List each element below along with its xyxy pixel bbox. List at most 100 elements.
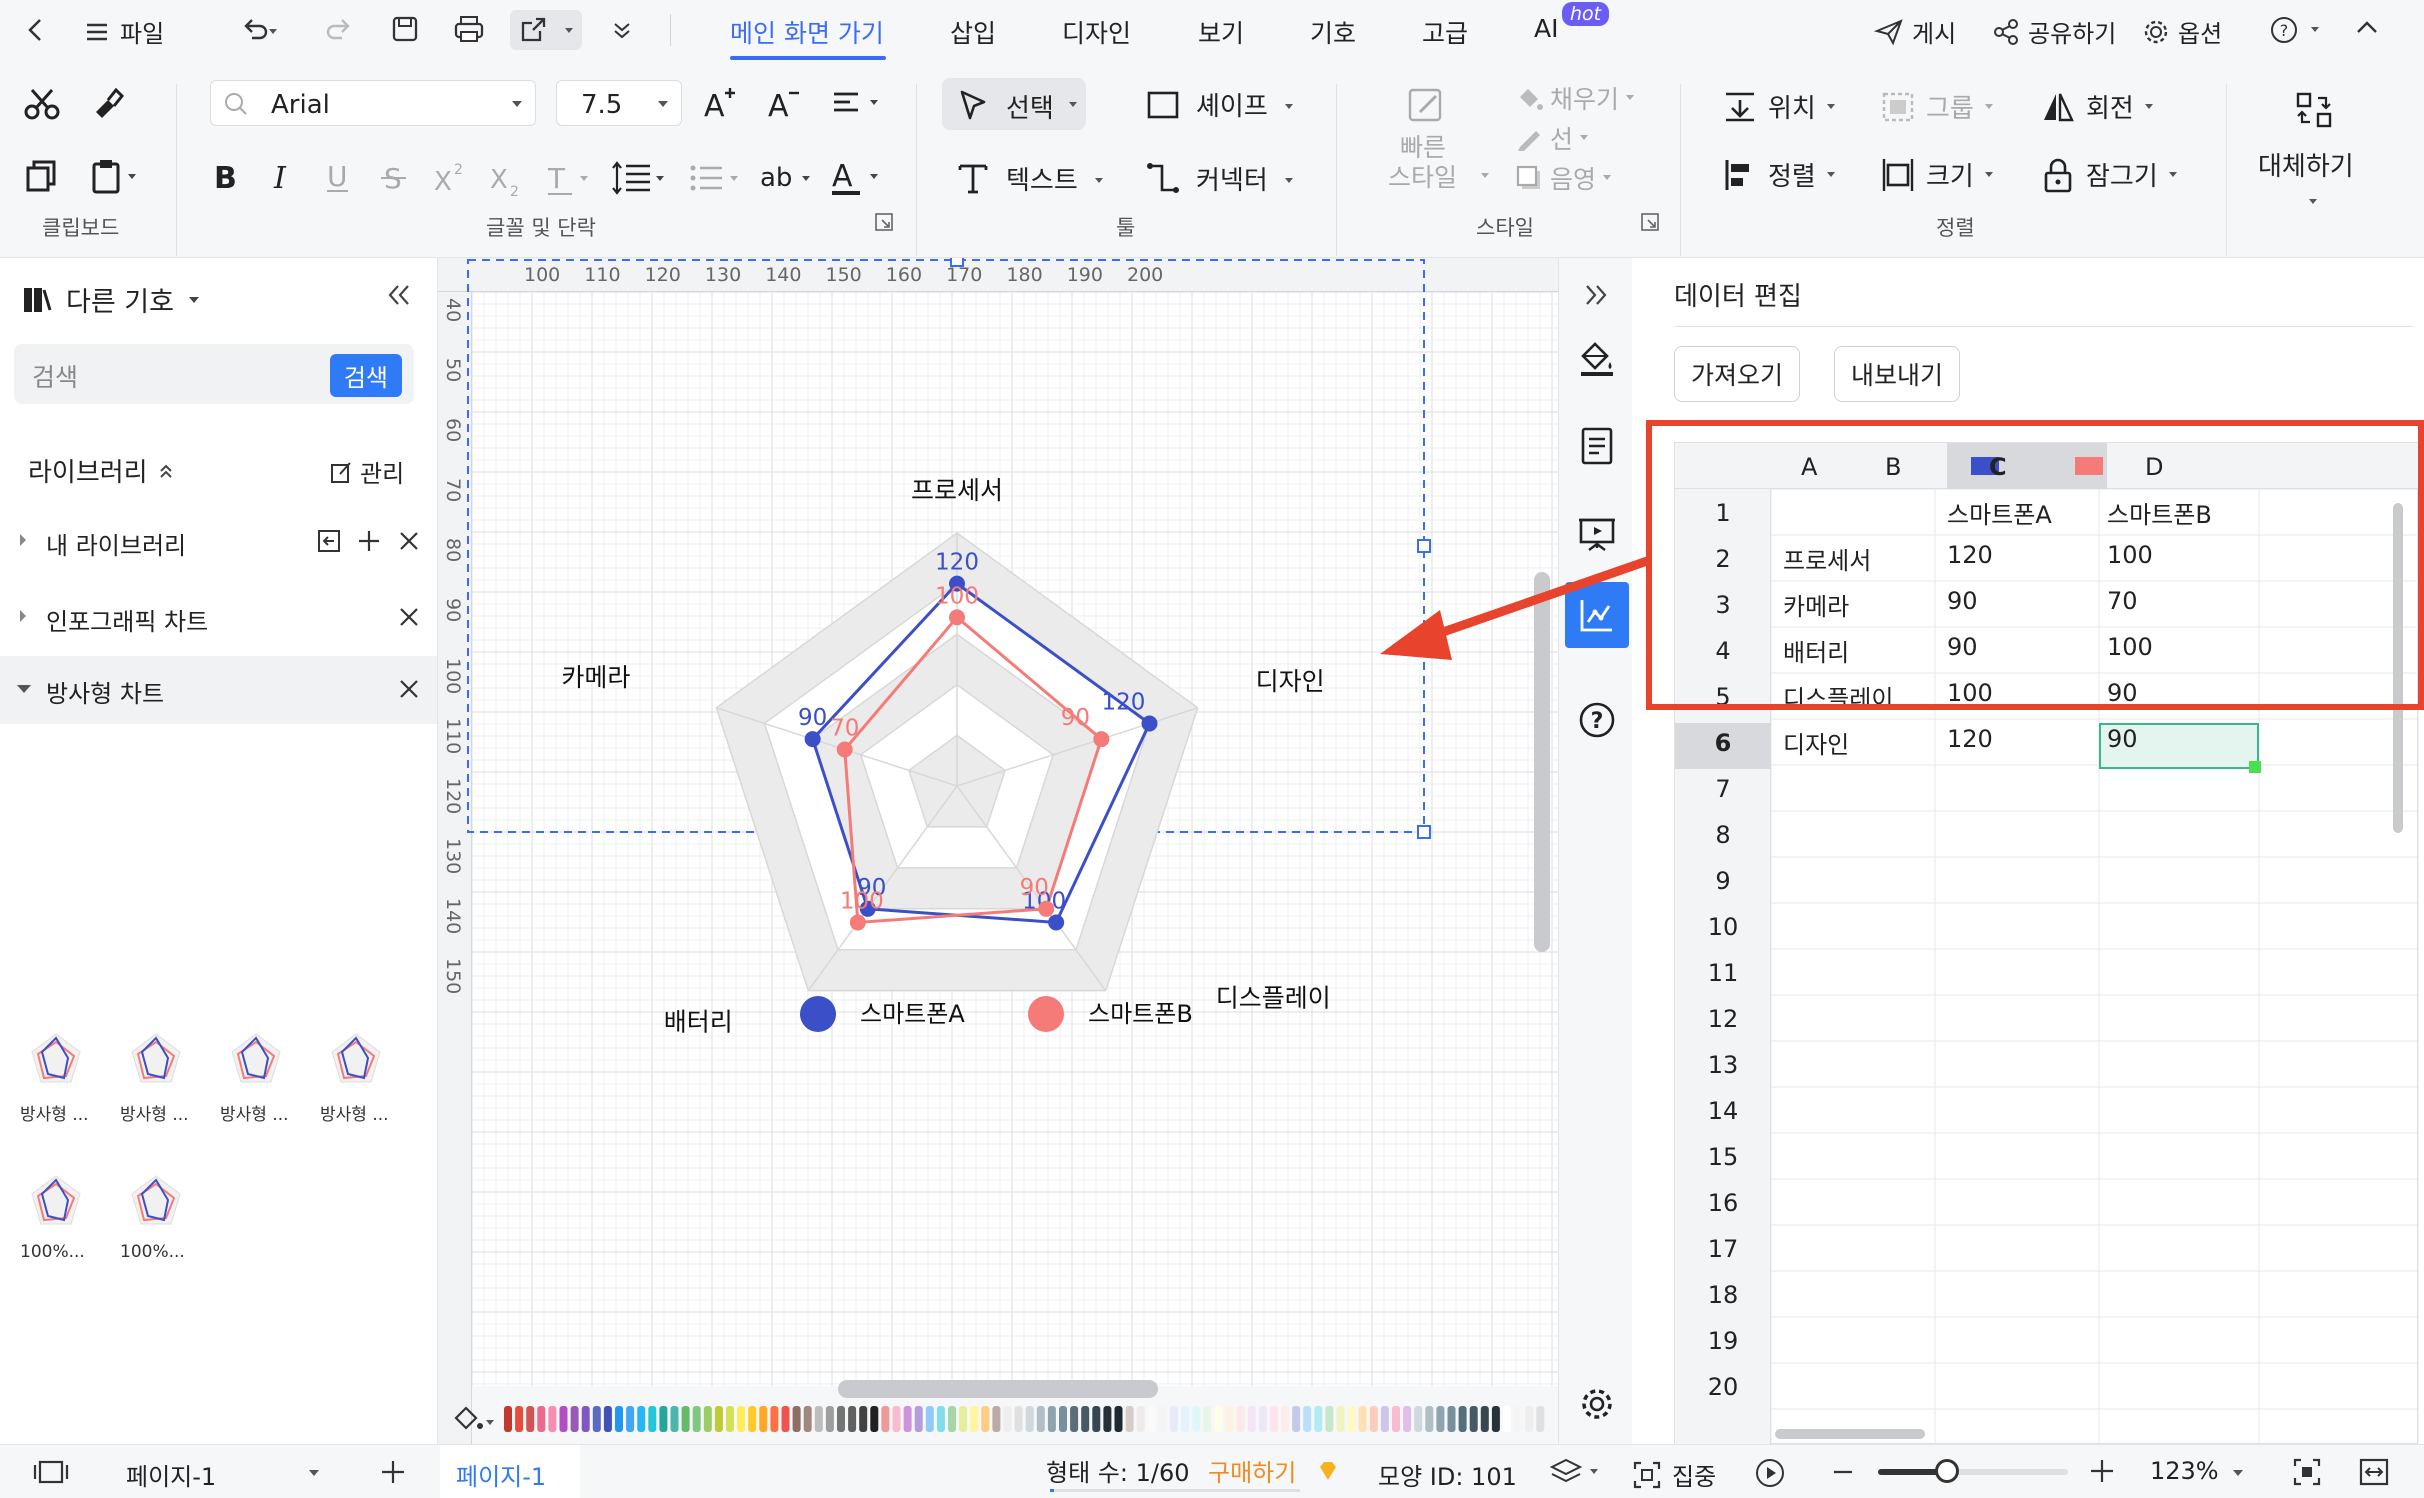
palette-swatch[interactable] — [1114, 1406, 1123, 1432]
palette-swatch[interactable] — [1081, 1406, 1090, 1432]
palette-swatch[interactable] — [1158, 1406, 1167, 1432]
palette-swatch[interactable] — [603, 1406, 612, 1432]
palette-swatch[interactable] — [925, 1406, 934, 1432]
play-icon[interactable] — [1754, 1457, 1786, 1489]
page-panel-icon[interactable] — [32, 1459, 70, 1485]
palette-swatch[interactable] — [504, 1406, 512, 1432]
tab-advanced[interactable]: 고급 — [1422, 14, 1468, 50]
row-number[interactable]: 14 — [1675, 1097, 1771, 1125]
palette-swatch[interactable] — [1103, 1406, 1112, 1432]
search-box[interactable]: 검색 검색 — [14, 344, 414, 404]
text-direction-icon[interactable]: ab — [760, 160, 816, 196]
palette-swatch[interactable] — [1036, 1406, 1045, 1432]
tab-ai[interactable]: AI — [1534, 14, 1558, 43]
palette-swatch[interactable] — [1092, 1406, 1101, 1432]
zoom-slider[interactable] — [1878, 1469, 2068, 1475]
palette-swatch[interactable] — [825, 1406, 834, 1432]
page-tab-active[interactable]: 페이지-1 — [440, 1445, 580, 1498]
zoom-level[interactable]: 123% — [2150, 1457, 2219, 1485]
undo-dropdown-icon[interactable] — [268, 28, 278, 36]
copy-icon[interactable] — [24, 158, 60, 194]
palette-swatch[interactable] — [981, 1406, 990, 1432]
add-icon[interactable] — [356, 528, 382, 554]
palette-swatch[interactable] — [1281, 1406, 1289, 1432]
palette-swatch[interactable] — [659, 1406, 668, 1432]
palette-swatch[interactable] — [1369, 1406, 1378, 1432]
palette-swatch[interactable] — [1258, 1406, 1267, 1432]
options-button[interactable]: 옵션 — [2142, 14, 2222, 49]
decrease-font-icon[interactable]: A — [766, 84, 804, 122]
radar-data-point[interactable] — [949, 609, 965, 626]
palette-swatch[interactable] — [859, 1406, 868, 1432]
row-number[interactable]: 17 — [1675, 1235, 1771, 1263]
lock-button[interactable]: 잠그기 — [2040, 156, 2178, 193]
page-select[interactable]: 페이지-1 — [112, 1445, 332, 1498]
palette-swatch[interactable] — [1503, 1406, 1511, 1432]
tab-symbols[interactable]: 기호 — [1310, 14, 1356, 50]
palette-swatch[interactable] — [970, 1406, 979, 1432]
buy-link[interactable]: 구매하기 — [1208, 1453, 1296, 1488]
cut-icon[interactable] — [22, 84, 62, 124]
row-number[interactable]: 16 — [1675, 1189, 1771, 1217]
sheet-horizontal-scrollbar[interactable] — [1775, 1429, 1925, 1439]
import-button[interactable]: 가져오기 — [1674, 346, 1800, 402]
radar-data-point[interactable] — [1141, 715, 1158, 732]
palette-swatch[interactable] — [1070, 1406, 1079, 1432]
italic-icon[interactable]: I — [268, 158, 300, 198]
palette-swatch[interactable] — [770, 1406, 779, 1432]
palette-swatch[interactable] — [1003, 1406, 1012, 1432]
export-button[interactable] — [510, 10, 582, 50]
radar-data-point[interactable] — [1038, 900, 1055, 917]
text-case-icon[interactable]: T — [546, 158, 594, 198]
import-icon[interactable] — [316, 528, 342, 554]
fit-width-icon[interactable] — [2358, 1457, 2390, 1487]
palette-swatch[interactable] — [1181, 1406, 1190, 1432]
palette-swatch[interactable] — [1025, 1406, 1034, 1432]
add-page-icon[interactable] — [378, 1457, 408, 1487]
palette-swatch[interactable] — [992, 1406, 1001, 1432]
palette-swatch[interactable] — [1458, 1406, 1467, 1432]
radar-data-point[interactable] — [836, 741, 853, 758]
palette-swatch[interactable] — [1392, 1406, 1400, 1432]
palette-swatch[interactable] — [1414, 1406, 1423, 1432]
palette-swatch[interactable] — [670, 1406, 679, 1432]
palette-swatch[interactable] — [1014, 1406, 1023, 1432]
radar-chart-thumbnail[interactable] — [224, 1028, 288, 1092]
palette-swatch[interactable] — [803, 1406, 812, 1432]
row-number[interactable]: 20 — [1675, 1373, 1771, 1401]
palette-swatch[interactable] — [570, 1406, 579, 1432]
palette-swatch[interactable] — [1491, 1406, 1500, 1432]
palette-swatch[interactable] — [681, 1406, 690, 1432]
palette-swatch[interactable] — [737, 1406, 746, 1432]
my-library-row[interactable]: 내 라이브러리 — [0, 518, 437, 568]
search-input[interactable]: 검색 — [32, 358, 78, 394]
row-number[interactable]: 12 — [1675, 1005, 1771, 1033]
file-menu[interactable]: 파일 — [84, 14, 164, 49]
palette-swatch[interactable] — [537, 1406, 546, 1432]
rotate-button[interactable]: 회전 — [2040, 88, 2154, 125]
palette-swatch[interactable] — [936, 1406, 945, 1432]
palette-swatch[interactable] — [748, 1406, 757, 1432]
text-align-icon[interactable] — [830, 88, 886, 120]
help-icon[interactable]: ? — [1577, 700, 1617, 740]
radar-chart-thumbnail[interactable] — [124, 1028, 188, 1092]
palette-swatch[interactable] — [837, 1406, 845, 1432]
radar-data-point[interactable] — [804, 731, 821, 748]
layers-icon[interactable] — [1548, 1457, 1604, 1487]
subscript-icon[interactable]: X2 — [488, 158, 524, 198]
export-button[interactable]: 내보내기 — [1834, 346, 1960, 402]
palette-swatch[interactable] — [648, 1406, 657, 1432]
palette-swatch[interactable] — [1136, 1406, 1145, 1432]
table-cell[interactable]: 디자인 — [1783, 725, 1849, 760]
palette-swatch[interactable] — [1192, 1406, 1201, 1432]
replace-button[interactable]: 대체하기 — [2254, 90, 2374, 250]
fill-handle[interactable] — [2249, 761, 2261, 773]
share-button[interactable]: 공유하기 — [1992, 14, 2116, 49]
chevron-down-icon[interactable] — [2232, 1469, 2244, 1477]
undo-icon[interactable] — [240, 16, 270, 44]
row-number[interactable]: 7 — [1675, 775, 1771, 803]
radar-chart-thumbnail[interactable] — [24, 1028, 88, 1092]
palette-swatch[interactable] — [759, 1406, 768, 1432]
radar-chart-row[interactable]: 방사형 차트 — [0, 656, 437, 724]
align-button[interactable]: 정렬 — [1722, 156, 1836, 193]
